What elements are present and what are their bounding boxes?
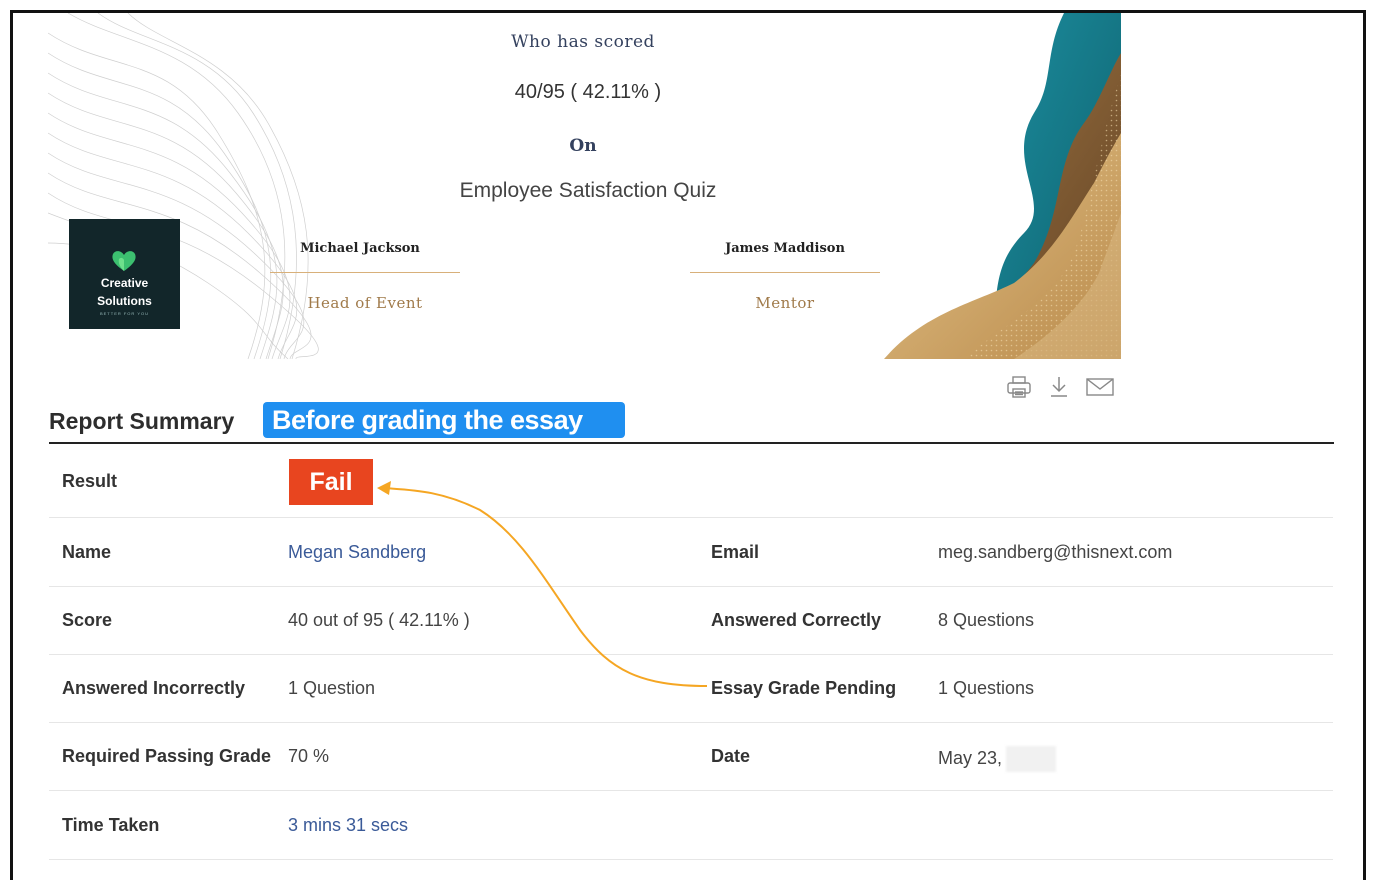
table-row-result: Result Fail <box>49 449 1333 518</box>
signature-line-2 <box>690 272 880 273</box>
report-actions <box>1005 375 1114 399</box>
table-row: Name Megan Sandberg Email meg.sandberg@t… <box>49 518 1333 587</box>
date-text: May 23, <box>938 747 1003 768</box>
logo-line1: Creative <box>100 276 149 290</box>
passing-grade-value: 70 % <box>288 746 330 766</box>
table-row: Answered Incorrectly 1 Question Essay Gr… <box>49 654 1333 723</box>
essay-grade-pending-value: 1 Questions <box>938 678 1035 698</box>
signature-role-1: Head of Event <box>307 294 423 312</box>
table-row: Score 40 out of 95 ( 42.11% ) Answered C… <box>49 586 1333 655</box>
time-taken-value: 3 mins 31 secs <box>288 815 409 835</box>
on-text: On <box>569 136 597 156</box>
table-row: Required Passing Grade 70 % Date May 23, <box>49 722 1333 791</box>
email-icon[interactable] <box>1085 375 1114 399</box>
date-value: May 23, <box>938 746 1057 772</box>
row-label: Time Taken <box>62 815 160 835</box>
certificate: Creative Solutions BETTER FOR YOU Who ha… <box>48 13 1123 359</box>
row-label: Name <box>62 542 112 562</box>
certificate-score: 40/95 ( 42.11% ) <box>514 81 662 103</box>
logo-tagline: BETTER FOR YOU <box>99 311 150 316</box>
signature-name-2: James Maddison <box>725 241 845 256</box>
signature-role-2: Mentor <box>755 294 815 312</box>
score-value: 40 out of 95 ( 42.11% ) <box>288 610 470 630</box>
essay-grade-pending-label: Essay Grade Pending <box>711 678 897 698</box>
row-label: Required Passing Grade <box>62 746 272 766</box>
redacted-year <box>1006 746 1057 772</box>
header-divider <box>49 442 1334 444</box>
row-label: Answered Incorrectly <box>62 678 246 698</box>
email-value: meg.sandberg@thisnext.com <box>938 542 1173 562</box>
report-summary-title: Report Summary <box>49 408 235 434</box>
logo-line2: Solutions <box>97 294 152 308</box>
heart-logo-icon <box>112 251 136 271</box>
table-row: Time Taken 3 mins 31 secs <box>49 791 1333 860</box>
answered-correctly-value: 8 Questions <box>938 610 1035 630</box>
row-label: Date <box>711 746 751 766</box>
annotation-callout: Before grading the essay <box>263 402 625 438</box>
result-label: Result <box>62 471 118 491</box>
decorative-waves-graphic <box>884 13 1121 359</box>
row-label: Score <box>62 610 113 630</box>
print-icon[interactable] <box>1005 375 1033 399</box>
quiz-name: Employee Satisfaction Quiz <box>459 179 717 202</box>
download-icon[interactable] <box>1045 375 1073 399</box>
row-label: Email <box>711 542 760 562</box>
signature-name-1: Michael Jackson <box>300 241 420 256</box>
row-label: Answered Correctly <box>711 610 882 630</box>
result-fail-badge: Fail <box>289 459 373 505</box>
company-logo: Creative Solutions BETTER FOR YOU <box>69 219 180 329</box>
signature-line-1 <box>270 272 460 273</box>
answered-incorrectly-value: 1 Question <box>288 678 376 698</box>
who-scored-text: Who has scored <box>511 32 655 52</box>
student-name-link[interactable]: Megan Sandberg <box>288 542 426 563</box>
